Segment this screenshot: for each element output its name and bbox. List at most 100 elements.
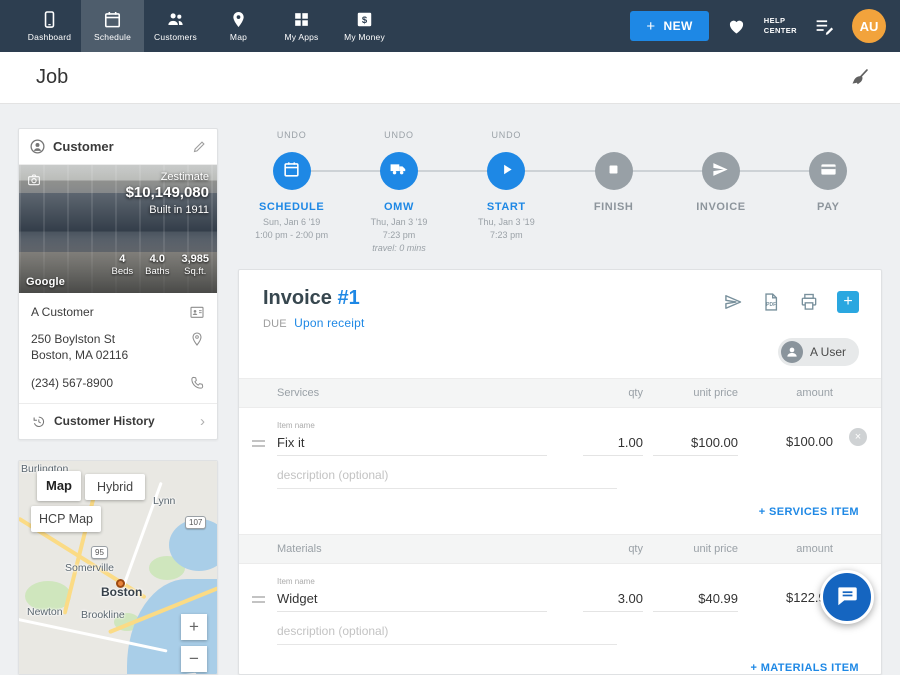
step-label: PAY <box>775 201 882 213</box>
undo-start-button[interactable]: UNDO <box>453 130 560 143</box>
job-status-timeline: UNDO SCHEDULE Sun, Jan 6 '19 1:00 pm - 2… <box>238 128 882 255</box>
baths-stat: 4.0 Baths <box>145 253 169 277</box>
step-label: INVOICE <box>667 201 774 213</box>
stop-icon <box>604 160 623 182</box>
undo-schedule-button[interactable]: UNDO <box>238 130 345 143</box>
map-type-map-button[interactable]: Map <box>37 471 81 501</box>
contact-card-icon[interactable] <box>189 304 205 320</box>
hcp-map-button[interactable]: HCP Map <box>31 506 101 532</box>
remove-service-item-icon[interactable]: × <box>849 428 867 446</box>
step-label: FINISH <box>560 201 667 213</box>
section-title: Materials <box>277 543 573 555</box>
page-title: Job <box>36 66 68 89</box>
assignee-chip[interactable]: A User <box>778 338 859 366</box>
chat-fab-button[interactable] <box>820 570 874 624</box>
nav-label: My Money <box>344 32 385 42</box>
map-label-lynn: Lynn <box>153 495 175 507</box>
zestimate-label: Zestimate <box>126 171 209 183</box>
svg-text:$: $ <box>362 15 368 26</box>
section-title: Services <box>277 387 573 399</box>
amount-column-header: amount <box>738 543 833 555</box>
drag-handle-icon[interactable] <box>252 440 265 450</box>
add-invoice-button[interactable]: + <box>837 291 859 313</box>
customer-phone: (234) 567-8900 <box>31 375 113 391</box>
plus-icon: + <box>646 18 655 35</box>
nav-dashboard[interactable]: Dashboard <box>18 0 81 52</box>
materials-section-header: Materials qty unit price amount <box>239 534 881 564</box>
property-stats: 4 Beds 4.0 Baths 3,985 Sq.ft. <box>112 253 209 277</box>
pdf-icon[interactable]: PDF <box>761 292 781 312</box>
undo-omw-button[interactable]: UNDO <box>345 130 452 143</box>
beds-value: 4 <box>112 253 134 265</box>
avatar[interactable]: AU <box>852 9 886 43</box>
material-description-row <box>239 612 881 645</box>
nav-customers[interactable]: Customers <box>144 0 207 52</box>
unit-price-cell <box>643 589 738 612</box>
print-icon[interactable] <box>799 292 819 312</box>
phone-call-icon[interactable] <box>189 375 205 391</box>
service-unit-price-input[interactable] <box>653 433 738 456</box>
map-label-somerville: Somerville <box>65 562 114 574</box>
main-area: UNDO SCHEDULE Sun, Jan 6 '19 1:00 pm - 2… <box>238 128 882 675</box>
invoice-step-button[interactable] <box>702 152 740 190</box>
map-label-boston: Boston <box>101 585 142 599</box>
service-item-row: Item name $100.00 × <box>239 408 881 456</box>
step-label: START <box>453 201 560 213</box>
material-unit-price-input[interactable] <box>653 589 738 612</box>
new-button[interactable]: + NEW <box>630 11 708 41</box>
service-name-input[interactable] <box>277 433 547 456</box>
nav-map[interactable]: Map <box>207 0 270 52</box>
job-tools-icon[interactable] <box>849 67 870 88</box>
route-shield-95: 95 <box>91 546 108 559</box>
invoice-number[interactable]: #1 <box>337 287 359 309</box>
material-name-input[interactable] <box>277 589 547 612</box>
sqft-stat: 3,985 Sq.ft. <box>181 253 209 277</box>
finish-step-button[interactable] <box>595 152 633 190</box>
due-value-link[interactable]: Upon receipt <box>294 316 364 330</box>
new-button-label: NEW <box>664 19 693 33</box>
built-year: Built in 1911 <box>126 204 209 216</box>
omw-step-button[interactable] <box>380 152 418 190</box>
customer-address: 250 Boylston St Boston, MA 02116 <box>31 331 128 363</box>
step-date-line: Thu, Jan 3 '19 <box>345 216 452 229</box>
beds-label: Beds <box>112 266 134 277</box>
invoice-title: Invoice #1 <box>263 287 365 310</box>
add-services-item-link[interactable]: + SERVICES ITEM <box>759 506 859 518</box>
sqft-label: Sq.ft. <box>181 266 209 277</box>
page-header: Job <box>0 52 900 104</box>
map-type-hybrid-button[interactable]: Hybrid <box>85 474 145 500</box>
nav-my-money[interactable]: $ My Money <box>333 0 396 52</box>
material-description-input[interactable] <box>277 622 617 645</box>
nav-schedule[interactable]: Schedule <box>81 0 144 52</box>
material-amount: $122.97 <box>738 590 833 612</box>
item-name-cell: Item name <box>277 577 573 612</box>
service-description-input[interactable] <box>277 466 617 489</box>
apps-grid-icon <box>292 10 311 29</box>
nav-label: Schedule <box>94 32 131 42</box>
schedule-step-button[interactable] <box>273 152 311 190</box>
step-date-line: 7:23 pm <box>345 229 452 242</box>
invoice-header: Invoice #1 DUE Upon receipt PDF + <box>239 270 881 336</box>
help-center-link[interactable]: HELP CENTER <box>764 16 797 37</box>
nav-my-apps[interactable]: My Apps <box>270 0 333 52</box>
invoice-actions: PDF + <box>723 291 859 313</box>
send-invoice-icon[interactable] <box>723 292 743 312</box>
history-icon <box>31 414 46 429</box>
add-materials-item-link[interactable]: + MATERIALS ITEM <box>750 662 859 674</box>
todo-list-icon[interactable] <box>814 16 835 37</box>
drag-handle-icon[interactable] <box>252 596 265 606</box>
service-description-row <box>239 456 881 489</box>
material-qty-input[interactable] <box>583 589 643 612</box>
pay-step-button[interactable] <box>809 152 847 190</box>
service-qty-input[interactable] <box>583 433 643 456</box>
location-pin-icon[interactable] <box>189 331 205 347</box>
add-service-row: + SERVICES ITEM <box>239 489 881 534</box>
customer-history-row[interactable]: Customer History › <box>19 403 217 439</box>
edit-customer-icon[interactable] <box>192 139 207 154</box>
zoom-in-button[interactable]: + <box>181 614 207 640</box>
start-step-button[interactable] <box>487 152 525 190</box>
zoom-out-button[interactable]: − <box>181 646 207 672</box>
refer-heart-icon[interactable] <box>726 16 747 37</box>
step-date-line: 1:00 pm - 2:00 pm <box>238 229 345 242</box>
customer-card: Customer Zestimate $10,149,080 Built in … <box>18 128 218 440</box>
